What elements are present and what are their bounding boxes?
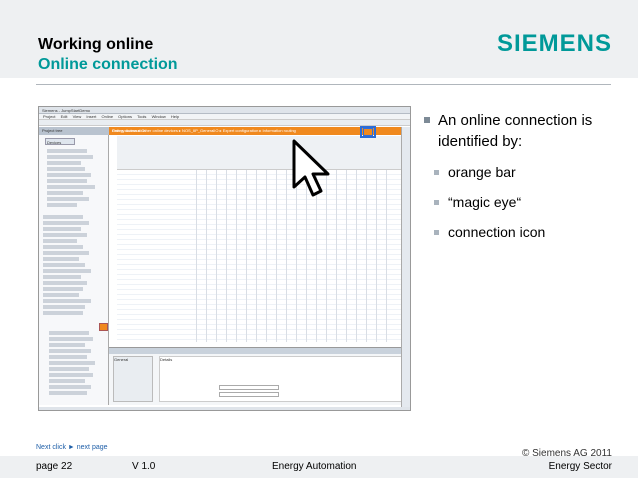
mouse-cursor-icon (292, 139, 330, 197)
tree-item[interactable] (49, 331, 89, 335)
footer-center: Energy Automation (272, 461, 357, 472)
slide-title: Working online (38, 36, 154, 53)
slide: Working online Online connection SIEMENS… (0, 0, 638, 478)
bullet-list: An online connection is identified by: o… (424, 110, 619, 242)
tree-item[interactable] (43, 287, 83, 291)
tree-item[interactable] (47, 179, 87, 183)
tree-item[interactable] (47, 185, 95, 189)
version: V 1.0 (132, 461, 156, 472)
details-label: Details (160, 357, 173, 362)
project-tree-header: Project tree (39, 127, 109, 135)
tree-item[interactable] (49, 337, 93, 341)
tree-item[interactable] (47, 203, 77, 207)
properties-header (109, 348, 410, 354)
tree-item[interactable] (43, 215, 83, 219)
window-titlebar: Siemens - JumpStartDemo (39, 107, 410, 114)
details-section: Details (159, 356, 407, 402)
tree-item[interactable] (43, 281, 87, 285)
tree-item[interactable] (49, 379, 85, 383)
tree-item[interactable] (47, 149, 87, 153)
general-section: General (113, 356, 153, 402)
toolbar (39, 120, 410, 126)
tree-item[interactable] (43, 245, 83, 249)
footer-bar: page 22 V 1.0 Energy Automation Energy S… (0, 456, 638, 478)
tree-item[interactable] (49, 367, 89, 371)
properties-panel: General Details (109, 347, 410, 405)
tree-item[interactable] (43, 257, 79, 261)
next-click-link[interactable]: Next click ► next page (36, 444, 108, 451)
connection-icon-callout (360, 126, 376, 138)
tree-item[interactable] (43, 275, 81, 279)
grid-header (117, 136, 407, 170)
tree-item[interactable] (49, 355, 87, 359)
bullet-connection-icon: connection icon (424, 222, 619, 242)
tree-item[interactable] (47, 191, 83, 195)
tree-item[interactable] (47, 167, 85, 171)
bullet-orange-bar: orange bar (424, 162, 619, 182)
window-title: Siemens - JumpStartDemo (42, 108, 91, 113)
tree-item[interactable] (49, 361, 95, 365)
footer-sector: Energy Sector (548, 461, 612, 472)
tree-item[interactable] (49, 385, 91, 389)
tree-item[interactable] (47, 197, 89, 201)
tree-item[interactable] (43, 311, 83, 315)
tree-item[interactable] (43, 305, 85, 309)
tree-item[interactable] (43, 293, 79, 297)
tree-item[interactable] (47, 155, 93, 159)
tree-item[interactable] (43, 233, 87, 237)
tree-item[interactable] (43, 299, 91, 303)
tree-item[interactable] (47, 173, 91, 177)
bullet-magic-eye: “magic eye“ (424, 192, 619, 212)
grid-columns (187, 170, 387, 342)
tree-item[interactable] (43, 227, 81, 231)
original-name-field[interactable] (219, 392, 279, 397)
siemens-logo: SIEMENS (496, 30, 612, 57)
tree-item[interactable] (43, 239, 77, 243)
tree-item[interactable] (49, 373, 93, 377)
tree-item[interactable] (47, 161, 81, 165)
information-routing-grid (117, 136, 407, 343)
tree-item[interactable] (43, 263, 85, 267)
editor-tab-bar (39, 407, 410, 410)
tree-item[interactable] (43, 251, 89, 255)
slide-subtitle: Online connection (38, 56, 178, 73)
page-number: page 22 (36, 461, 73, 472)
task-cards-panel (401, 127, 410, 407)
tree-item[interactable] (49, 343, 85, 347)
bullet-main: An online connection is identified by: (424, 110, 619, 152)
magic-eye-icon[interactable] (99, 323, 108, 331)
digsi-screenshot: Siemens - JumpStartDemo Project Edit Vie… (38, 106, 411, 411)
tree-item[interactable] (43, 221, 89, 225)
tree-item[interactable] (43, 269, 91, 273)
tree-item[interactable] (49, 391, 87, 395)
name-field[interactable] (219, 385, 279, 390)
project-tree: Devices (39, 135, 109, 405)
devices-tab[interactable]: Devices (45, 138, 75, 145)
tree-item[interactable] (49, 349, 91, 353)
general-label: General (114, 357, 129, 362)
header-divider (36, 84, 611, 85)
